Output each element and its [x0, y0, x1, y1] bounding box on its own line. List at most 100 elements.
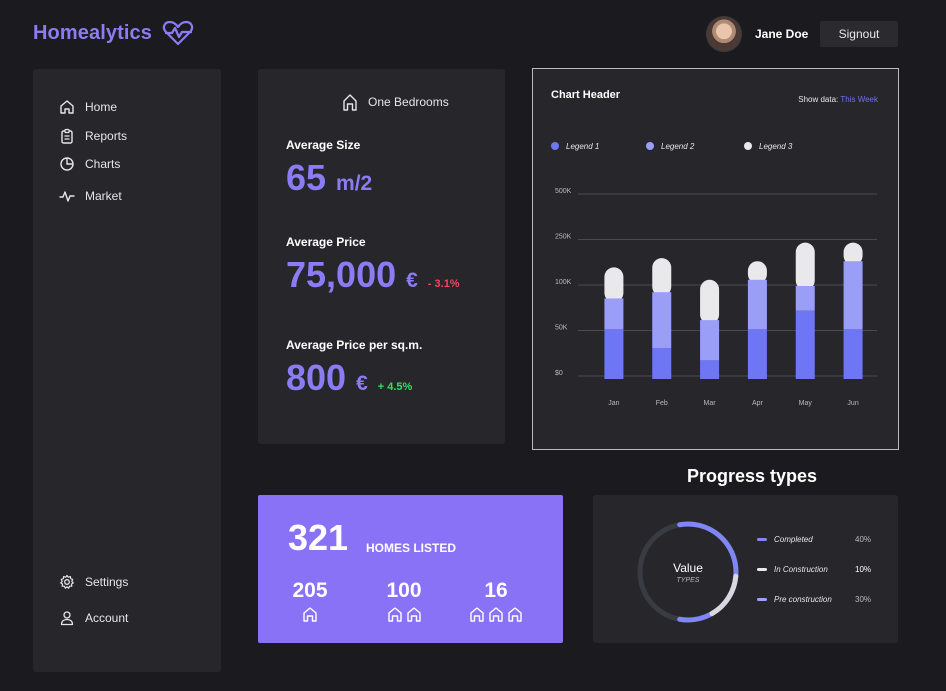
legend-label: Legend 3	[759, 142, 793, 151]
bar-segment-feb-s3	[652, 258, 672, 297]
average-price-sqm-label: Average Price per sq.m.	[286, 338, 423, 352]
progress-pct: 10%	[855, 565, 872, 574]
home-icon	[343, 94, 357, 111]
y-tick-label: 100K	[555, 279, 572, 286]
chart-panel: Chart Header Show data: This Week Legend…	[532, 68, 899, 450]
progress-swatch	[757, 598, 767, 601]
average-price-number: 75,000	[286, 254, 397, 295]
average-price-unit: €	[406, 269, 418, 292]
x-tick-label: Jan	[608, 400, 619, 407]
progress-title: Progress types	[687, 466, 818, 486]
average-size-number: 65	[286, 157, 327, 198]
sidebar: Home Reports Charts Market Settings Acco…	[33, 69, 221, 672]
sidebar-item-label: Market	[85, 189, 122, 203]
house-icon	[508, 607, 522, 622]
avatar[interactable]	[706, 16, 742, 52]
ring-subtitle: TYPES	[676, 577, 700, 584]
pulse-icon	[59, 191, 75, 202]
x-tick-label: Mar	[704, 400, 717, 407]
progress-card: Value TYPES Completed 40% In Constructio…	[593, 495, 898, 643]
homes-breakdown-3: 16	[470, 579, 522, 622]
average-price-sqm-unit: €	[356, 372, 368, 395]
home-icon	[60, 100, 74, 114]
heart-pulse-icon	[162, 20, 194, 46]
progress-pct: 40%	[855, 535, 872, 544]
homes-breakdown-2: 100	[382, 579, 426, 622]
bar-segment-may-s2	[795, 286, 815, 311]
legend-label: Legend 1	[566, 142, 599, 151]
sidebar-item-market[interactable]: Market	[59, 188, 122, 204]
stats-header: One Bedrooms	[342, 93, 449, 111]
average-price-sqm-change: + 4.5%	[377, 381, 413, 393]
y-tick-label: 500K	[555, 188, 572, 195]
average-price-value: 75,000 € - 3.1%	[286, 254, 460, 296]
average-price-sqm-number: 800	[286, 357, 347, 398]
y-tick-label: $0	[555, 370, 563, 377]
house-icon	[303, 607, 317, 622]
user-menu[interactable]: Jane Doe	[706, 16, 808, 52]
bar-segment-jan-s3	[604, 267, 624, 303]
legend-swatch	[646, 142, 654, 150]
bar-segment-feb-s1	[652, 348, 672, 379]
ring-value: Value	[673, 561, 703, 575]
bar-segment-apr-s2	[747, 279, 767, 330]
bar-segment-feb-s2	[652, 292, 672, 348]
bar-segment-may-s3	[795, 242, 815, 290]
pie-chart-icon	[60, 157, 74, 171]
bar-segment-apr-s1	[747, 329, 767, 379]
homes-total: 321	[288, 517, 349, 558]
sidebar-item-label: Home	[85, 100, 118, 114]
average-size-unit: m/2	[336, 172, 373, 195]
app-logo[interactable]: Homealytics	[33, 20, 194, 46]
bar-chart: Legend 1 Legend 2 Legend 3 $0 50K 100K 250K 500…	[551, 142, 877, 407]
house-icon	[470, 607, 484, 622]
homes-label: HOMES LISTED	[366, 541, 457, 555]
progress-label: Completed	[774, 535, 813, 544]
progress-label: Pre construction	[774, 595, 832, 604]
homes-listed-card: 321 HOMES LISTED 205 100 16	[258, 495, 563, 643]
house-icon	[387, 607, 402, 622]
homes-count: 16	[484, 579, 508, 602]
average-price-sqm-value: 800 € + 4.5%	[286, 357, 412, 399]
progress-swatch	[757, 568, 767, 571]
homes-count: 100	[386, 579, 422, 602]
bar-segment-mar-s2	[700, 320, 720, 361]
homes-breakdown-1: 205	[288, 579, 332, 622]
sidebar-item-label: Settings	[85, 575, 129, 589]
sidebar-item-home[interactable]: Home	[59, 99, 117, 115]
bar-segment-jun-s1	[843, 329, 863, 379]
progress-swatch	[757, 538, 767, 541]
stats-header-label: One Bedrooms	[368, 95, 449, 109]
bar-segment-jan-s1	[604, 329, 624, 379]
legend-swatch	[744, 142, 752, 150]
sidebar-item-label: Reports	[85, 129, 128, 143]
user-name: Jane Doe	[755, 27, 809, 41]
sidebar-item-settings[interactable]: Settings	[59, 574, 128, 590]
app-title: Homealytics	[33, 21, 152, 44]
gear-icon	[60, 574, 74, 589]
house-icon	[489, 607, 503, 622]
bar-segment-jun-s2	[843, 261, 863, 330]
user-icon	[60, 611, 74, 626]
x-tick-label: Jun	[847, 400, 858, 407]
y-tick-label: 250K	[555, 234, 572, 241]
progress-label: In Construction	[774, 565, 828, 574]
legend-label: Legend 2	[661, 142, 695, 151]
sidebar-item-charts[interactable]: Charts	[59, 156, 120, 172]
x-tick-label: Apr	[752, 400, 764, 407]
average-price-label: Average Price	[286, 235, 366, 249]
sidebar-item-account[interactable]: Account	[59, 610, 128, 626]
homes-count: 205	[292, 579, 328, 602]
progress-pct: 30%	[855, 595, 872, 604]
sidebar-item-label: Charts	[85, 157, 121, 171]
sidebar-item-reports[interactable]: Reports	[59, 128, 127, 144]
bar-segment-may-s1	[795, 310, 815, 379]
clipboard-icon	[61, 128, 73, 144]
bar-segment-mar-s1	[700, 360, 720, 379]
x-tick-label: May	[799, 400, 813, 407]
y-tick-label: 50K	[555, 325, 568, 332]
bar-segment-jan-s2	[604, 298, 624, 330]
bar-segment-mar-s3	[700, 279, 720, 325]
house-icons	[387, 606, 422, 622]
signout-button[interactable]: Signout	[820, 21, 898, 47]
